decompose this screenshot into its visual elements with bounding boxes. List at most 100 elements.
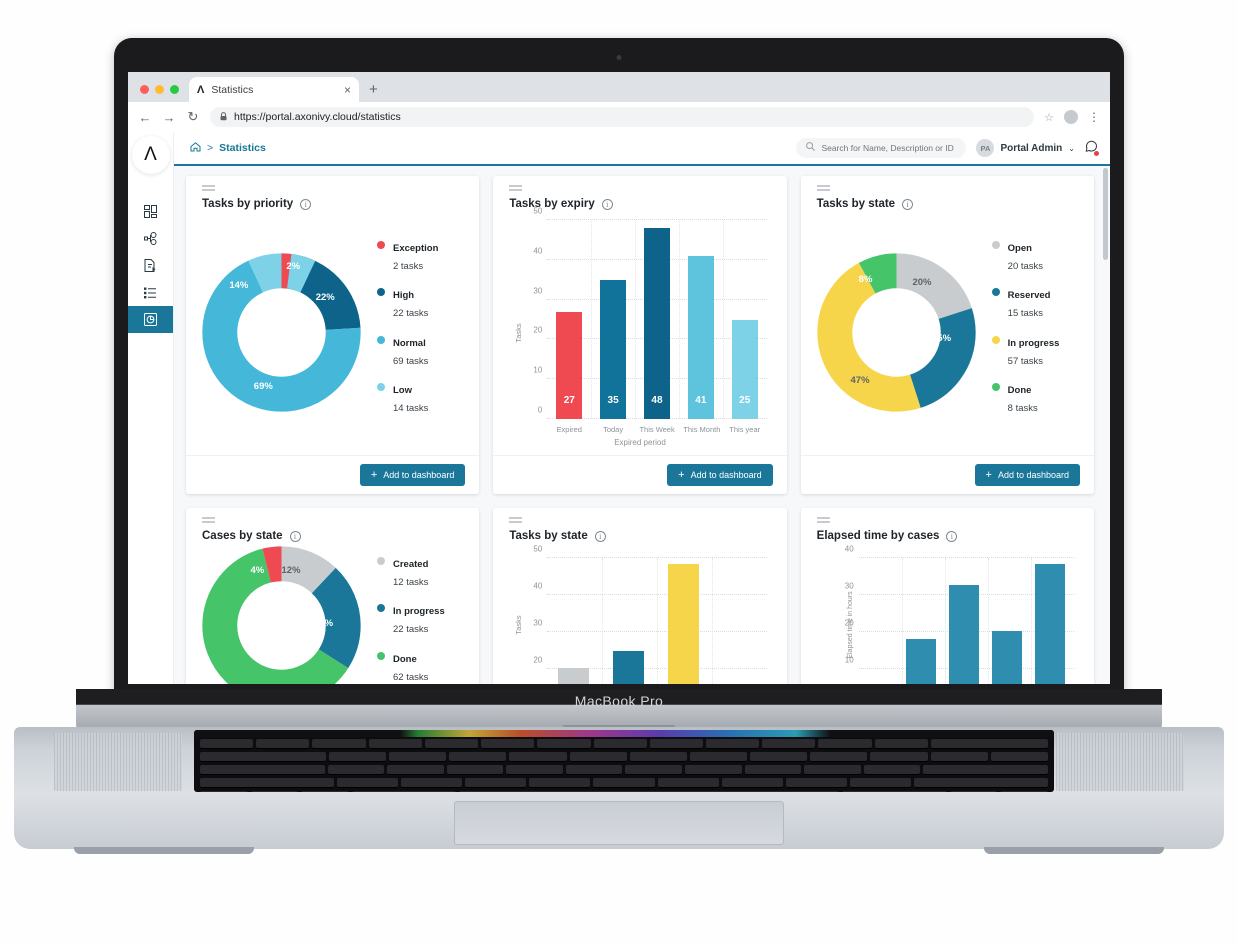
bar[interactable]: 41 xyxy=(687,255,714,419)
drag-handle-icon[interactable] xyxy=(186,508,479,525)
x-axis-label: Expired period xyxy=(614,438,666,447)
info-icon[interactable]: i xyxy=(946,530,958,542)
x-tick: This Week xyxy=(639,425,675,434)
plus-icon: + xyxy=(678,468,685,481)
new-tab-icon[interactable]: + xyxy=(369,82,378,97)
browser-tabstrip: Λ Statistics × + xyxy=(128,72,1110,102)
sidebar-item-statistics[interactable] xyxy=(128,306,173,333)
bar[interactable]: 32.8 xyxy=(949,584,980,684)
bar[interactable]: 25 xyxy=(731,319,758,419)
info-icon[interactable]: i xyxy=(594,530,606,542)
touch-bar[interactable] xyxy=(194,730,1054,737)
drag-handle-icon[interactable] xyxy=(186,176,479,193)
breadcrumb: > Statistics xyxy=(190,141,266,155)
close-window-icon[interactable] xyxy=(140,85,149,94)
legend-item: In progress 22 tasks xyxy=(377,601,465,637)
bookmark-star-icon[interactable]: ☆ xyxy=(1044,111,1054,124)
sidebar-item-tasks[interactable] xyxy=(128,252,173,279)
sidebar-item-cases[interactable] xyxy=(128,279,173,306)
bar[interactable]: 18 xyxy=(906,639,937,684)
bar[interactable]: 20 xyxy=(992,630,1023,684)
chevron-down-icon[interactable]: ⌄ xyxy=(1068,144,1075,153)
widget-title: Tasks by priority xyxy=(202,198,294,210)
bar-value: 25 xyxy=(739,395,751,406)
reload-icon[interactable]: ↻ xyxy=(186,109,200,125)
app-logo[interactable]: Λ xyxy=(131,136,170,174)
address-bar[interactable]: https://portal.axonivy.cloud/statistics xyxy=(210,107,1035,127)
user-menu[interactable]: PA Portal Admin ⌄ xyxy=(976,139,1075,157)
slice-percent: 14% xyxy=(229,280,249,292)
minimize-window-icon[interactable] xyxy=(155,85,164,94)
webcam-icon xyxy=(616,55,622,60)
browser-tab[interactable]: Λ Statistics × xyxy=(189,77,359,102)
legend-label: Created xyxy=(393,559,429,571)
x-tick: This Month xyxy=(683,425,721,434)
drag-handle-icon[interactable] xyxy=(493,176,786,193)
widget-body: 2% 22% 69% 14% Exception 2 tasks High 22… xyxy=(186,210,479,455)
widget-header: Tasks by state i xyxy=(801,193,1094,210)
add-to-dashboard-label: Add to dashboard xyxy=(383,470,455,480)
widget-footer: + Add to dashboard xyxy=(186,455,480,494)
widget-tasks-by-state-bar: Tasks by state i Tasks 20 30 40 50 xyxy=(493,508,787,684)
bar-value: 48 xyxy=(651,395,663,406)
add-to-dashboard-button[interactable]: + Add to dashboard xyxy=(667,464,773,486)
vertical-scrollbar[interactable] xyxy=(1103,168,1108,260)
forward-icon[interactable]: → xyxy=(162,110,176,125)
keyboard xyxy=(194,730,1054,792)
home-icon[interactable] xyxy=(190,141,201,155)
search-box[interactable] xyxy=(796,138,967,158)
widget-title: Tasks by state xyxy=(509,530,588,542)
info-icon[interactable]: i xyxy=(902,198,914,210)
search-icon xyxy=(806,142,816,154)
sidebar-nav xyxy=(128,198,173,333)
breadcrumb-current[interactable]: Statistics xyxy=(219,142,266,154)
legend-value: 8 tasks xyxy=(1007,402,1038,414)
sidebar-item-dashboard[interactable] xyxy=(128,198,173,225)
legend-color-dot xyxy=(377,557,385,566)
legend-label: High xyxy=(393,290,415,302)
app-topbar: > Statistics PA Portal Admin xyxy=(174,132,1110,166)
browser-menu-icon[interactable]: ⋮ xyxy=(1088,111,1100,123)
legend-item: Low 14 tasks xyxy=(377,380,465,416)
drag-handle-icon[interactable] xyxy=(493,508,786,525)
legend-item: Created 12 tasks xyxy=(377,554,465,590)
drag-handle-icon[interactable] xyxy=(801,176,1094,193)
add-to-dashboard-button[interactable]: + Add to dashboard xyxy=(974,464,1080,486)
url-text: https://portal.axonivy.cloud/statistics xyxy=(234,111,401,123)
info-icon[interactable]: i xyxy=(601,198,613,210)
notifications-button[interactable] xyxy=(1085,140,1099,156)
bar[interactable] xyxy=(613,651,644,684)
bar[interactable]: 35 xyxy=(599,279,627,419)
legend-label: In progress xyxy=(393,606,445,618)
browser-profile-avatar[interactable] xyxy=(1064,110,1078,124)
maximize-window-icon[interactable] xyxy=(170,85,179,94)
trackpad[interactable] xyxy=(454,801,784,845)
widget-footer: + Add to dashboard xyxy=(493,455,787,494)
widget-tasks-by-expiry: Tasks by expiry i Tasks 0 10 20 30 40 50… xyxy=(493,176,787,494)
drag-handle-icon[interactable] xyxy=(801,508,1094,525)
bar[interactable]: 38.2 xyxy=(1035,563,1066,684)
window-controls[interactable] xyxy=(136,85,189,102)
info-icon[interactable]: i xyxy=(289,530,301,542)
close-tab-icon[interactable]: × xyxy=(344,84,351,96)
legend-value: 12 tasks xyxy=(393,577,429,589)
back-icon[interactable]: ← xyxy=(138,110,152,125)
widget-tasks-by-priority: Tasks by priority i 2% 22% 69% 14% Excep… xyxy=(186,176,480,494)
bar-value: 41 xyxy=(695,395,707,406)
sidebar-item-processes[interactable] xyxy=(128,225,173,252)
donut-chart: 20% 25% 47% 8% xyxy=(815,251,978,414)
legend-label: In progress xyxy=(1007,337,1060,349)
bar[interactable]: 48 xyxy=(643,227,671,419)
legend-value: 57 tasks xyxy=(1007,355,1044,367)
x-tick: Expired xyxy=(556,425,582,434)
search-input[interactable] xyxy=(821,143,957,153)
add-to-dashboard-button[interactable]: + Add to dashboard xyxy=(359,464,466,486)
speaker-grille-right xyxy=(1056,733,1184,791)
bar[interactable]: 27 xyxy=(556,311,583,419)
laptop-foot-left xyxy=(74,847,254,854)
slice-percent: 47% xyxy=(850,374,870,386)
bar[interactable] xyxy=(667,563,699,684)
bar[interactable] xyxy=(558,667,589,684)
bar-chart: Elapsed time in hours 0 xyxy=(815,544,1080,684)
info-icon[interactable]: i xyxy=(300,198,312,210)
